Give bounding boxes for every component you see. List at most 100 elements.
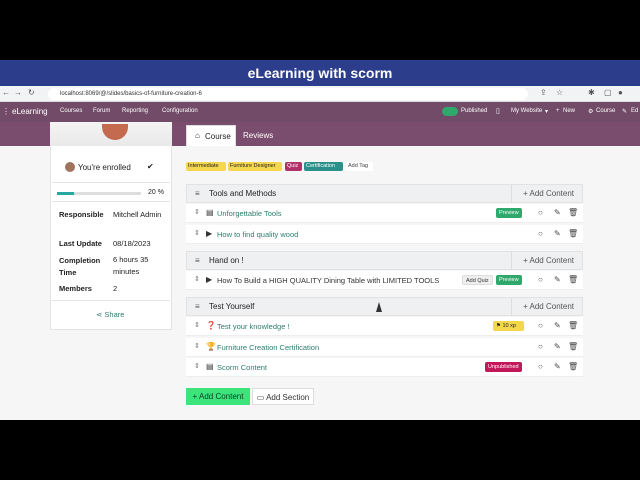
address-bar[interactable]: localhost:8069/@/slides/basics-of-furnit… — [48, 88, 528, 100]
circle-icon[interactable]: ○ — [538, 229, 543, 238]
section-title: Hand on ! — [209, 256, 244, 265]
back-icon[interactable]: ← — [2, 88, 10, 97]
edit-icon[interactable]: ✎ — [554, 342, 561, 351]
published-toggle[interactable] — [442, 107, 458, 116]
video-title-banner: eLearning with scorm — [0, 60, 640, 86]
sort-icon[interactable]: ⇕ — [194, 275, 200, 283]
edit-icon[interactable]: ✎ — [554, 362, 561, 371]
edit-icon[interactable]: ✎ — [554, 208, 561, 217]
mobile-preview-icon[interactable]: ▯ — [496, 107, 500, 115]
add-tag-button[interactable]: Add Tag — [346, 162, 373, 171]
app-brand[interactable]: eLearning — [12, 107, 48, 116]
share-label: Share — [104, 310, 125, 319]
sort-icon[interactable]: ⇕ — [194, 362, 200, 370]
enrolled-status: You're enrolled ✔ — [60, 158, 162, 176]
list-item[interactable]: ⇕ ▤ Unforgettable Tools Preview ○ ✎ 🗑 — [186, 204, 583, 223]
circle-icon[interactable]: ○ — [538, 362, 543, 371]
list-item[interactable]: ⇕ ▶ How to find quality wood ○ ✎ 🗑 — [186, 225, 583, 244]
add-content-button[interactable]: + Add Content — [186, 388, 250, 405]
plus-icon: + — [192, 392, 198, 401]
divider — [511, 185, 512, 203]
list-item[interactable]: ⇕ ❓ Test your knowledge ! ⚑ 10 xp ○ ✎ 🗑 — [186, 317, 583, 336]
divider — [511, 298, 512, 316]
drag-handle-icon[interactable]: ≡ — [195, 256, 200, 265]
file-icon: ▤ — [206, 362, 214, 371]
content-title[interactable]: How To Build a HIGH QUALITY Dining Table… — [217, 276, 439, 285]
home-icon: ⌂ — [195, 131, 200, 140]
profile-avatar[interactable]: ● — [618, 88, 623, 97]
sidepanel-icon[interactable]: ▢ — [604, 88, 612, 97]
section-title: Tools and Methods — [209, 189, 277, 198]
course-thumbnail — [50, 122, 172, 146]
content-title[interactable]: Scorm Content — [217, 363, 267, 372]
course-settings-button[interactable]: Course — [596, 108, 615, 114]
add-content-label: Add Content — [529, 302, 574, 311]
drag-handle-icon[interactable]: ≡ — [195, 189, 200, 198]
sort-icon[interactable]: ⇕ — [194, 229, 200, 237]
website-switcher[interactable]: My Website — [511, 108, 542, 114]
circle-icon[interactable]: ○ — [538, 208, 543, 217]
flag-icon: ⚑ — [496, 323, 501, 329]
list-item[interactable]: ⇕ ▶ How To Build a HIGH QUALITY Dining T… — [186, 271, 583, 290]
check-icon: ✔ — [147, 162, 154, 171]
edit-icon[interactable]: ✎ — [554, 321, 561, 330]
star-icon[interactable]: ☆ — [556, 88, 563, 97]
section-header: ≡ Test Yourself + Add Content — [186, 297, 583, 316]
browser-toolbar: ← → ↻ localhost:8069/@/slides/basics-of-… — [0, 86, 640, 102]
section-add-content-button[interactable]: + Add Content — [523, 302, 574, 311]
content-title[interactable]: Furniture Creation Certification — [217, 343, 319, 352]
add-section-button[interactable]: ▭ Add Section — [252, 388, 314, 405]
tag-certification[interactable]: Certification — [304, 162, 343, 171]
forward-icon[interactable]: → — [14, 88, 22, 97]
section-add-content-button[interactable]: + Add Content — [523, 256, 574, 265]
trash-icon[interactable]: 🗑 — [568, 321, 578, 330]
avatar — [65, 162, 75, 172]
apps-menu-icon[interactable]: ⋮ — [2, 107, 10, 116]
circle-icon[interactable]: ○ — [538, 321, 543, 330]
trash-icon[interactable]: 🗑 — [568, 362, 578, 371]
menu-courses[interactable]: Courses — [60, 108, 82, 114]
tag-quiz[interactable]: Quiz — [285, 162, 302, 171]
circle-icon[interactable]: ○ — [538, 342, 543, 351]
last-update-label: Last Update — [59, 239, 102, 248]
sort-icon[interactable]: ⇕ — [194, 321, 200, 329]
content-title[interactable]: How to find quality wood — [217, 230, 298, 239]
drag-handle-icon[interactable]: ≡ — [195, 302, 200, 311]
edit-icon[interactable]: ✎ — [554, 275, 561, 284]
share-icon[interactable]: ⇪ — [540, 88, 547, 97]
list-item[interactable]: ⇕ 🏆 Furniture Creation Certification ○ ✎… — [186, 338, 583, 357]
preview-badge: Preview — [496, 208, 522, 218]
tag-intermediate[interactable]: Intermediate — [186, 162, 226, 171]
share-button[interactable]: ⋖ Share — [96, 310, 124, 319]
sort-icon[interactable]: ⇕ — [194, 208, 200, 216]
menu-configuration[interactable]: Configuration — [162, 108, 198, 114]
extensions-icon[interactable]: ✱ — [588, 88, 595, 97]
trash-icon[interactable]: 🗑 — [568, 229, 578, 238]
new-button[interactable]: New — [563, 108, 575, 114]
responsible-label: Responsible — [59, 210, 104, 219]
content-title[interactable]: Unforgettable Tools — [217, 209, 282, 218]
add-quiz-button[interactable]: Add Quiz — [462, 275, 493, 285]
edit-button[interactable]: Ed — [631, 108, 638, 114]
tab-course[interactable]: ⌂ Course — [186, 125, 236, 146]
dropdown-caret-icon: ▾ — [545, 109, 549, 115]
menu-reporting[interactable]: Reporting — [122, 108, 148, 114]
section-add-content-button[interactable]: + Add Content — [523, 189, 574, 198]
trash-icon[interactable]: 🗑 — [568, 342, 578, 351]
sort-icon[interactable]: ⇕ — [194, 342, 200, 350]
add-content-label: Add Content — [529, 189, 574, 198]
menu-forum[interactable]: Forum — [93, 108, 110, 114]
trash-icon[interactable]: 🗑 — [568, 208, 578, 217]
circle-icon[interactable]: ○ — [538, 275, 543, 284]
tab-reviews[interactable]: Reviews — [236, 125, 280, 146]
content-title[interactable]: Test your knowledge ! — [217, 322, 290, 331]
trash-icon[interactable]: 🗑 — [568, 275, 578, 284]
gear-icon: ⚙ — [588, 109, 594, 115]
tag-furniture-designer[interactable]: Furniture Designer — [228, 162, 282, 171]
reload-icon[interactable]: ↻ — [28, 88, 35, 97]
edit-icon[interactable]: ✎ — [554, 229, 561, 238]
published-label: Published — [461, 108, 488, 114]
list-item[interactable]: ⇕ ▤ Scorm Content Unpublished ○ ✎ 🗑 — [186, 358, 583, 377]
add-content-label: Add Content — [529, 256, 574, 265]
progress-text: 20 % — [148, 189, 164, 196]
